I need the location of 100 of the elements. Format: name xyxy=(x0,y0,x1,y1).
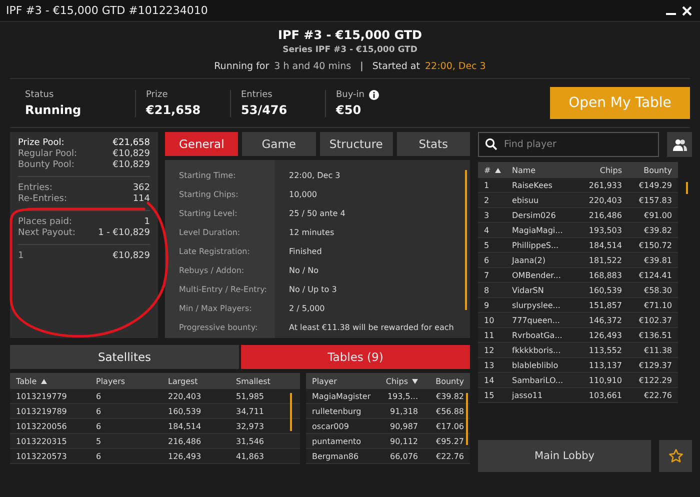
table-row[interactable]: 1 RaiseKees 261,933 €149.29 xyxy=(478,178,678,193)
prize-value: 1 xyxy=(144,217,150,227)
table-cell-text: 216,486 xyxy=(168,436,202,446)
close-icon[interactable] xyxy=(682,6,692,16)
detail-value: 2 / 5,000 xyxy=(289,303,326,315)
detail-value: At least €11.38 will be rewarded for each xyxy=(289,322,455,334)
table-cell-text: 90,112 xyxy=(389,436,418,446)
table-row[interactable]: 11 RvrboatGa... 126,493 €136.51 xyxy=(478,328,678,343)
table-row[interactable]: 1013220315 5 216,486 31,546 xyxy=(10,434,300,449)
favorite-button[interactable] xyxy=(659,440,692,472)
table-row[interactable]: 13 blablebliblo 113,137 €129.37 xyxy=(478,358,678,373)
info-icon[interactable] xyxy=(368,90,378,100)
table-row[interactable]: 3 Dersim026 216,486 €91.00 xyxy=(478,208,678,223)
table-row[interactable]: 14 SambariLO... 110,910 €122.29 xyxy=(478,373,678,388)
prize-label: Re-Entries: xyxy=(18,194,68,204)
table-cell-text: 15 xyxy=(484,390,496,400)
table-row[interactable]: oscar009 90,987 €17.06 xyxy=(306,419,470,434)
stat-value: Running xyxy=(25,102,82,116)
table-row[interactable]: Bergman86 66,076 €22.76 xyxy=(306,449,470,464)
search-field[interactable]: Find player xyxy=(478,132,659,157)
column-header[interactable]: Largest xyxy=(168,376,236,386)
table-cell-text: Dersim026 xyxy=(512,210,557,220)
column-header[interactable]: Player xyxy=(312,376,376,386)
detail-value: No / Up to 3 xyxy=(289,284,338,296)
column-header[interactable]: Chips xyxy=(376,376,418,386)
detail-label: Min / Max Players: xyxy=(179,303,253,315)
prize-label: Regular Pool: xyxy=(18,149,78,159)
tab[interactable]: Game xyxy=(242,132,316,156)
stat-value: 53/476 xyxy=(241,102,288,116)
table-cell-text: OMBender... xyxy=(512,270,562,280)
table-cell-text: 12 xyxy=(484,346,496,354)
prize-value: 114 xyxy=(132,194,150,204)
table-row[interactable]: 9 slurpyslee... 151,857 €71.10 xyxy=(478,298,678,313)
table-cell-text: 11 xyxy=(484,330,496,340)
scrollbar[interactable] xyxy=(465,170,467,310)
table-cell-text: €157.83 xyxy=(638,196,672,204)
table-row[interactable]: 4 MagiaMagi... 193,503 €39.82 xyxy=(478,223,678,238)
prize-label: 1 xyxy=(18,251,24,261)
column-header[interactable]: # xyxy=(484,166,512,174)
running-time: 3 h and 40 mins xyxy=(274,61,352,72)
started-label: Started at xyxy=(372,61,420,72)
table-row[interactable]: 5 PhillippeS... 184,514 €150.72 xyxy=(478,238,678,253)
table-cell-text: 151,857 xyxy=(588,300,622,310)
table-cell-text: 14 xyxy=(484,376,496,384)
table-cell-text: 220,403 xyxy=(168,392,202,400)
table-row[interactable]: 10 777queen... 146,372 €102.37 xyxy=(478,313,678,328)
main-lobby-button[interactable]: Main Lobby xyxy=(478,440,651,472)
table-cell-text: €39.81 xyxy=(643,256,672,264)
scrollbar[interactable] xyxy=(466,393,468,445)
table-row[interactable]: 2 ebisuu 220,403 €157.83 xyxy=(478,193,678,208)
prize-value: €21,658 xyxy=(112,138,150,148)
stat-label: Prize xyxy=(146,90,168,100)
prize-label: Entries: xyxy=(18,183,52,193)
tab[interactable]: Structure xyxy=(320,132,393,156)
column-header[interactable]: Chips xyxy=(570,166,622,174)
table-row[interactable]: rulletenburg 91,318 €56.88 xyxy=(306,404,470,419)
detail-label: Rebuys / Addon: xyxy=(179,265,246,277)
table-row[interactable]: 1013219779 6 220,403 51,985 xyxy=(10,389,300,404)
column-header[interactable]: Players xyxy=(96,376,168,386)
table-cell-text: €17.06 xyxy=(435,422,464,430)
table-cell-text: 3 xyxy=(484,210,490,220)
star-icon xyxy=(668,448,684,464)
table-row[interactable]: 1013219789 6 160,539 34,711 xyxy=(10,404,300,419)
table-cell-text: rulletenburg xyxy=(312,406,362,416)
column-header[interactable]: Name xyxy=(512,166,570,174)
detail-label: Late Registration: xyxy=(179,246,251,258)
table-row[interactable]: 1013220056 6 184,514 32,973 xyxy=(10,419,300,434)
stat-value: €21,658 xyxy=(146,102,202,116)
column-header[interactable]: Bounty xyxy=(418,376,464,386)
table-cell-text: 113,137 xyxy=(588,360,622,370)
table-row[interactable]: puntamento 90,112 €95.27 xyxy=(306,434,470,449)
table-cell-text: 181,522 xyxy=(588,256,622,264)
table-row[interactable]: 6 Jaana(2) 181,522 €39.81 xyxy=(478,253,678,268)
table-row[interactable]: 1013220573 6 126,493 41,863 xyxy=(10,449,300,464)
table-cell-text: 1013219789 xyxy=(16,406,68,416)
scrollbar[interactable] xyxy=(290,393,292,431)
prize-label: Bounty Pool: xyxy=(18,160,74,170)
table-cell-text: €129.37 xyxy=(638,360,672,370)
column-header[interactable]: Table xyxy=(16,376,96,386)
table-row[interactable]: 15 jasso11 103,661 €22.76 xyxy=(478,388,678,403)
column-header[interactable]: Smallest xyxy=(236,376,294,386)
table-cell-text: 90,987 xyxy=(389,422,418,430)
table-cell-text: €150.72 xyxy=(638,240,672,250)
table-row[interactable]: 7 OMBender... 168,883 €124.41 xyxy=(478,268,678,283)
stat-label: Entries xyxy=(241,90,272,100)
tab[interactable]: General xyxy=(165,132,238,156)
scrollbar[interactable] xyxy=(686,182,688,194)
separator: | xyxy=(360,61,364,72)
column-header[interactable]: Bounty xyxy=(622,166,672,174)
tab[interactable]: Tables (9) xyxy=(241,345,470,369)
table-cell-text: 6 xyxy=(96,452,102,460)
table-cell-text: 6 xyxy=(96,406,102,416)
table-row[interactable]: MagiaMagister 193,5... €39.82 xyxy=(306,389,470,404)
table-cell-text: 160,539 xyxy=(168,406,202,416)
tab[interactable]: Satellites xyxy=(10,345,239,369)
table-row[interactable]: 8 VidarSN 160,539 €58.30 xyxy=(478,283,678,298)
table-row[interactable]: 12 fkkkkboris... 113,552 €11.38 xyxy=(478,343,678,358)
players-button[interactable] xyxy=(667,132,692,157)
table-cell-text: Jaana(2) xyxy=(512,256,546,264)
tab[interactable]: Stats xyxy=(396,132,470,156)
